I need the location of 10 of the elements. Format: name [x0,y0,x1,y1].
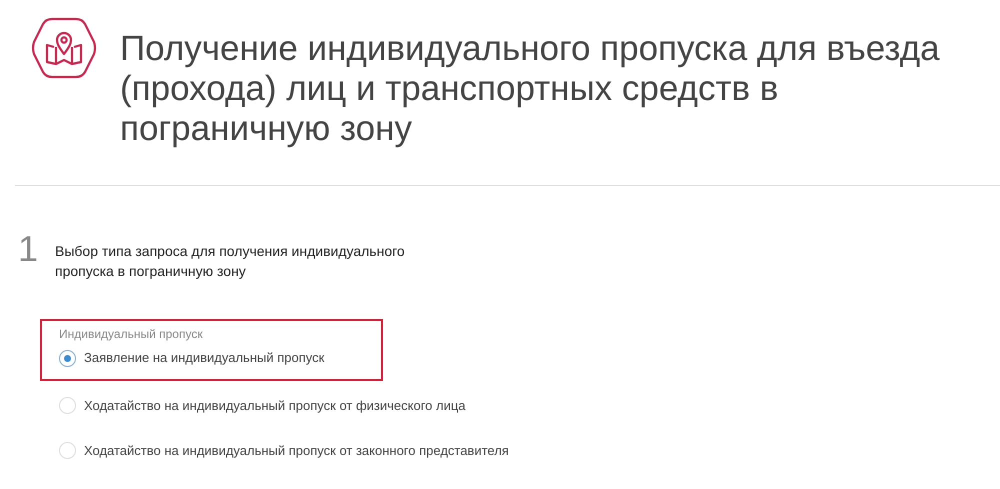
group-label: Индивидуальный пропуск [59,326,204,343]
radio-option[interactable]: Ходатайство на индивидуальный пропуск от физического лица [59,383,472,428]
radio-button[interactable] [59,397,76,414]
radio-option[interactable]: Ходатайство на индивидуальный пропуск от законного представителя [59,428,515,473]
radio-button[interactable] [59,350,76,366]
radio-button[interactable] [59,442,76,459]
page-title: Получение индивидуального пропуска для въезда (прохода) лиц и транспортных средств в пограничную зону [120,29,941,150]
step-number: 1 [17,231,40,271]
radio-option[interactable]: Заявление на индивидуальный пропуск [59,343,330,373]
step-title: Выбор типа запроса для получения индивидуального пропуска в пограничную зону [55,242,406,281]
